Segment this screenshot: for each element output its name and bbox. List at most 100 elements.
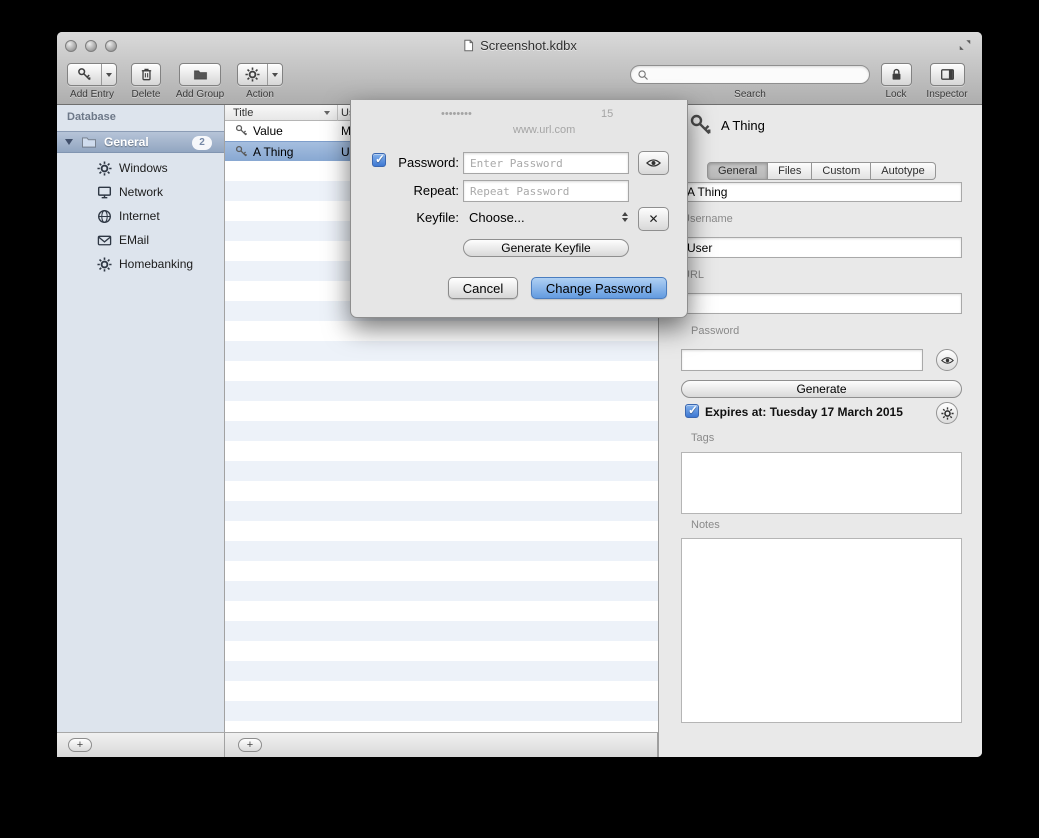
titlebar: Screenshot.kdbx	[57, 36, 982, 54]
group-label: Network	[119, 185, 163, 199]
generate-password-button[interactable]: Generate	[681, 380, 962, 398]
window-title: Screenshot.kdbx	[480, 38, 577, 53]
disclosure-triangle-icon[interactable]	[65, 139, 73, 145]
inspector-panel: A Thing General Files Custom Autotype Us…	[658, 105, 982, 757]
repeat-label: Repeat:	[369, 183, 459, 198]
lock-button[interactable]	[881, 63, 912, 86]
fullscreen-icon[interactable]	[958, 38, 972, 52]
sidebar: Database General 2 Windows Network Inter…	[57, 105, 225, 732]
sort-indicator-icon	[324, 111, 330, 115]
key-icon	[68, 64, 101, 85]
lock-icon	[882, 64, 911, 85]
sidebar-section-header: Database	[67, 111, 116, 123]
key-icon	[235, 124, 248, 137]
toolbar: Add Entry Delete Add Group Action	[57, 58, 982, 105]
action-label: Action	[225, 89, 295, 100]
search-label: Search	[715, 89, 785, 100]
password-label: Password:	[369, 155, 459, 170]
column-header-title[interactable]: Title	[233, 107, 253, 119]
action-dropdown-arrow[interactable]	[267, 64, 282, 85]
new-password-input[interactable]	[463, 152, 629, 174]
url-field[interactable]	[681, 293, 962, 314]
entry-title: Value	[253, 124, 283, 138]
tab-files[interactable]: Files	[768, 162, 812, 180]
group-label: Internet	[119, 209, 160, 223]
group-label: General	[104, 135, 149, 149]
tags-field[interactable]	[681, 452, 962, 514]
document-icon	[462, 39, 475, 52]
peek-url-value: www.url.com	[513, 124, 575, 136]
search-icon	[637, 69, 649, 81]
gear-icon	[97, 161, 112, 176]
notes-label: Notes	[691, 519, 720, 531]
tags-label: Tags	[691, 432, 714, 444]
inspector-label: Inspector	[912, 89, 982, 100]
eye-icon	[646, 158, 661, 168]
keyfile-popup[interactable]: Choose...	[469, 210, 525, 225]
group-label: Homebanking	[119, 257, 193, 271]
delete-button[interactable]	[131, 63, 161, 86]
sidebar-footer: +	[57, 732, 225, 757]
add-group-plus-button[interactable]: +	[68, 738, 92, 752]
folder-icon	[81, 134, 97, 150]
trash-icon	[132, 64, 160, 85]
eye-icon	[941, 354, 954, 367]
expires-checkbox[interactable]	[685, 404, 699, 418]
gear-icon	[238, 64, 267, 85]
action-button[interactable]	[237, 63, 283, 86]
add-group-button[interactable]	[179, 63, 221, 86]
group-label: EMail	[119, 233, 149, 247]
generate-keyfile-button[interactable]: Generate Keyfile	[463, 239, 629, 257]
add-entry-button[interactable]	[67, 63, 117, 86]
tab-autotype[interactable]: Autotype	[871, 162, 935, 180]
inspector-panel-icon	[931, 64, 964, 85]
keyfile-label: Keyfile:	[369, 210, 459, 225]
key-icon	[235, 145, 248, 158]
expires-label: Expires at: Tuesday 17 March 2015	[705, 405, 903, 419]
entry-title: A Thing	[253, 145, 293, 159]
title-field[interactable]	[681, 182, 962, 202]
entry-key-icon	[689, 113, 713, 137]
globe-icon	[97, 209, 112, 224]
search-input[interactable]	[653, 67, 863, 82]
username-field[interactable]	[681, 237, 962, 258]
gear-icon	[941, 407, 954, 420]
sidebar-item-windows[interactable]: Windows	[57, 156, 224, 180]
notes-field[interactable]	[681, 538, 962, 723]
add-entry-dropdown-arrow[interactable]	[101, 64, 116, 85]
sidebar-item-internet[interactable]: Internet	[57, 204, 224, 228]
inspector-entry-title: A Thing	[721, 118, 765, 133]
envelope-icon	[97, 233, 112, 248]
expires-settings-button[interactable]	[936, 402, 958, 424]
clear-keyfile-button[interactable]: ✕	[638, 207, 669, 231]
monitor-icon	[97, 185, 112, 200]
sidebar-item-homebanking[interactable]: Homebanking	[57, 252, 224, 276]
window-header: Screenshot.kdbx Add Entry Delete Add Gro…	[57, 32, 982, 105]
popup-stepper-icon[interactable]	[622, 212, 628, 222]
tab-general[interactable]: General	[707, 162, 768, 180]
sidebar-item-network[interactable]: Network	[57, 180, 224, 204]
group-label: Windows	[119, 161, 168, 175]
gear-icon	[97, 257, 112, 272]
inspector-button[interactable]	[930, 63, 965, 86]
add-entry-plus-button[interactable]: +	[238, 738, 262, 752]
password-field[interactable]	[681, 349, 923, 371]
repeat-password-input[interactable]	[463, 180, 629, 202]
sidebar-item-email[interactable]: EMail	[57, 228, 224, 252]
change-password-dialog: •••••••• 15 www.url.com Password: Repeat…	[350, 100, 688, 318]
reveal-password-button[interactable]	[638, 151, 669, 175]
change-password-button[interactable]: Change Password	[531, 277, 667, 299]
sidebar-item-general[interactable]: General 2	[57, 131, 224, 153]
peek-password-dots: ••••••••	[441, 108, 472, 120]
peek-modified-value: 15	[601, 108, 613, 120]
username-label: Username	[682, 213, 733, 225]
inspector-tabs: General Files Custom Autotype	[707, 162, 936, 180]
reveal-password-button[interactable]	[936, 349, 958, 371]
column-divider[interactable]	[337, 105, 338, 121]
tab-custom[interactable]: Custom	[812, 162, 871, 180]
cancel-button[interactable]: Cancel	[448, 277, 518, 299]
desktop: Screenshot.kdbx Add Entry Delete Add Gro…	[0, 0, 1039, 838]
password-label: Password	[691, 325, 739, 337]
search-field[interactable]	[630, 65, 870, 84]
entry-list-footer: +	[225, 732, 658, 757]
